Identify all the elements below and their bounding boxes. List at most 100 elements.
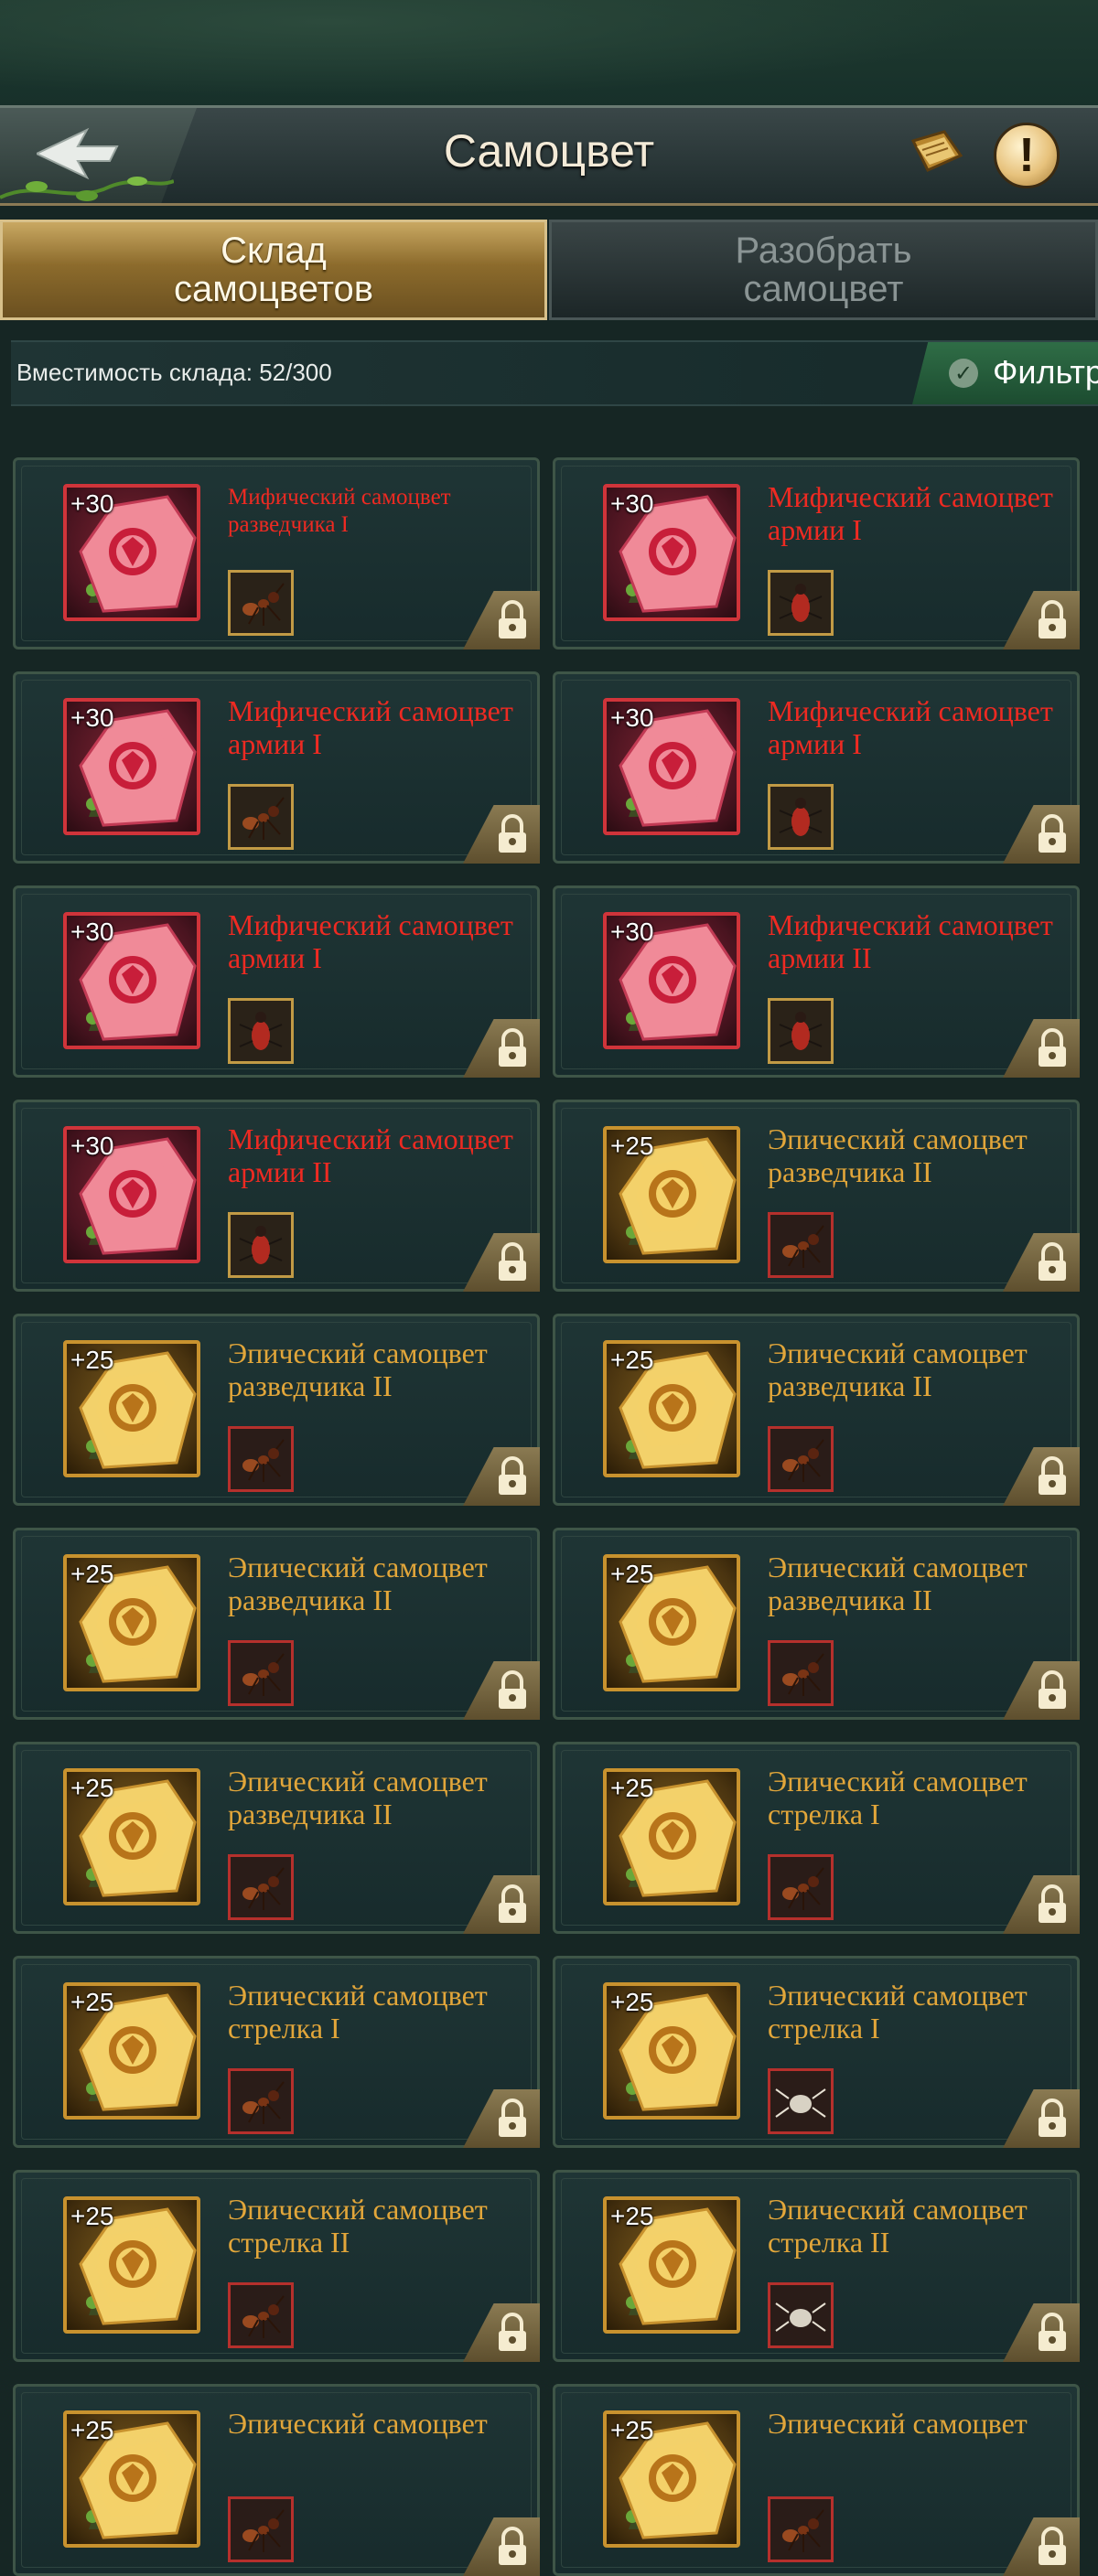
lock-icon	[499, 2313, 526, 2351]
gem-name: Эпический самоцвет разведчика II	[768, 1551, 1028, 1616]
gem-image: +25	[63, 1982, 200, 2120]
gem-bonus-value: +25	[610, 1132, 654, 1160]
lock-toggle[interactable]	[1003, 2517, 1080, 2576]
gem-card[interactable]: +25 Эпический самоцвет	[553, 2384, 1080, 2576]
gem-image: +25	[63, 2196, 200, 2334]
ant-icon	[228, 2282, 294, 2348]
gem-image: +30	[63, 1126, 200, 1263]
lock-icon	[1039, 2098, 1066, 2137]
lock-toggle[interactable]	[463, 1233, 540, 1292]
gem-bonus-value: +25	[610, 1346, 654, 1374]
ant-icon	[768, 2496, 834, 2562]
ant-icon-art	[782, 1653, 824, 1696]
gem-name: Эпический самоцвет	[228, 2407, 488, 2440]
beetle-icon-art	[779, 584, 823, 622]
gem-card[interactable]: +30 Мифический самоцвет армии II	[553, 886, 1080, 1078]
gem-card[interactable]: +30 Мифический самоцвет разведчика I	[13, 457, 540, 649]
gem-card[interactable]: +25 Эпический самоцвет стрелка I	[13, 1956, 540, 2148]
gem-bonus-value: +30	[610, 489, 654, 518]
gem-card[interactable]: +25 Эпический самоцвет разведчика II	[13, 1314, 540, 1506]
gem-bonus-value: +25	[610, 1560, 654, 1588]
gem-image: +25	[63, 1554, 200, 1691]
lock-toggle[interactable]	[463, 1447, 540, 1506]
ant-icon-art	[242, 2081, 285, 2124]
gem-bonus-value: +25	[70, 1346, 114, 1374]
gem-card[interactable]: +25 Эпический самоцвет разведчика II	[553, 1100, 1080, 1292]
lock-toggle[interactable]	[1003, 591, 1080, 649]
lock-toggle[interactable]	[463, 1019, 540, 1078]
gem-card[interactable]: +25 Эпический самоцвет стрелка I	[553, 1956, 1080, 2148]
lock-icon	[1039, 1456, 1066, 1495]
gem-bonus-value: +25	[610, 2416, 654, 2444]
gem-image: +30	[603, 912, 740, 1049]
gem-image: +25	[603, 1554, 740, 1691]
lock-toggle[interactable]	[463, 1875, 540, 1934]
gem-card[interactable]: +25 Эпический самоцвет стрелка I	[553, 1742, 1080, 1934]
gem-card[interactable]: +30 Мифический самоцвет армии I	[553, 457, 1080, 649]
beetle-icon	[768, 998, 834, 1064]
gem-image: +25	[603, 2196, 740, 2334]
ant-icon	[228, 570, 294, 636]
gem-card[interactable]: +25 Эпический самоцвет	[13, 2384, 540, 2576]
spider-icon	[768, 2282, 834, 2348]
gem-bonus-value: +30	[610, 703, 654, 732]
gem-name: Мифический самоцвет армии I	[228, 694, 513, 760]
lock-toggle[interactable]	[1003, 1875, 1080, 1934]
spider-icon-art	[775, 2088, 826, 2118]
ant-icon-art	[242, 1867, 285, 1910]
lock-icon	[499, 1028, 526, 1067]
gem-name: Мифический самоцвет армии I	[768, 694, 1053, 760]
lock-toggle[interactable]	[463, 2517, 540, 2576]
gem-card[interactable]: +25 Эпический самоцвет стрелка II	[13, 2170, 540, 2362]
gem-card[interactable]: +25 Эпический самоцвет разведчика II	[13, 1742, 540, 1934]
gem-image: +30	[63, 912, 200, 1049]
gem-card[interactable]: +30 Мифический самоцвет армии I	[13, 671, 540, 864]
lock-icon	[1039, 814, 1066, 853]
gem-grid: +30 Мифический самоцвет разведчика I +30 Ми…	[0, 0, 1098, 2576]
lock-toggle[interactable]	[1003, 2089, 1080, 2148]
lock-icon	[499, 1670, 526, 1709]
beetle-icon-art	[779, 798, 823, 836]
lock-toggle[interactable]	[1003, 1447, 1080, 1506]
gem-bonus-value: +30	[610, 918, 654, 946]
gem-image: +30	[603, 484, 740, 621]
lock-toggle[interactable]	[1003, 805, 1080, 864]
lock-toggle[interactable]	[1003, 1661, 1080, 1720]
gem-card[interactable]: +25 Эпический самоцвет разведчика II	[553, 1528, 1080, 1720]
lock-icon	[499, 2527, 526, 2565]
spider-icon	[768, 2068, 834, 2134]
lock-toggle[interactable]	[1003, 2303, 1080, 2362]
lock-toggle[interactable]	[463, 591, 540, 649]
ant-icon	[228, 1854, 294, 1920]
lock-toggle[interactable]	[463, 2089, 540, 2148]
ant-icon-art	[782, 1225, 824, 1268]
lock-toggle[interactable]	[1003, 1019, 1080, 1078]
gem-card[interactable]: +25 Эпический самоцвет разведчика II	[553, 1314, 1080, 1506]
lock-toggle[interactable]	[463, 805, 540, 864]
gem-card[interactable]: +25 Эпический самоцвет разведчика II	[13, 1528, 540, 1720]
ant-icon-art	[782, 2509, 824, 2552]
lock-toggle[interactable]	[463, 1661, 540, 1720]
lock-icon	[1039, 1884, 1066, 1923]
lock-icon	[1039, 600, 1066, 639]
lock-icon	[499, 1242, 526, 1281]
beetle-icon	[228, 1212, 294, 1278]
gem-card[interactable]: +30 Мифический самоцвет армии II	[13, 1100, 540, 1292]
gem-image: +25	[63, 1340, 200, 1477]
beetle-icon-art	[239, 1226, 283, 1264]
lock-icon	[499, 1456, 526, 1495]
lock-toggle[interactable]	[1003, 1233, 1080, 1292]
gem-card[interactable]: +30 Мифический самоцвет армии I	[553, 671, 1080, 864]
gem-name: Эпический самоцвет стрелка II	[768, 2193, 1028, 2259]
gem-image: +25	[63, 1768, 200, 1905]
gem-card[interactable]: +30 Мифический самоцвет армии I	[13, 886, 540, 1078]
gem-card[interactable]: +25 Эпический самоцвет стрелка II	[553, 2170, 1080, 2362]
lock-icon	[1039, 2527, 1066, 2565]
gem-image: +25	[603, 1340, 740, 1477]
lock-icon	[499, 814, 526, 853]
ant-icon-art	[242, 583, 285, 626]
lock-toggle[interactable]	[463, 2303, 540, 2362]
ant-icon	[228, 2496, 294, 2562]
gem-image: +25	[63, 2410, 200, 2548]
gem-name: Мифический самоцвет армии I	[228, 908, 513, 974]
